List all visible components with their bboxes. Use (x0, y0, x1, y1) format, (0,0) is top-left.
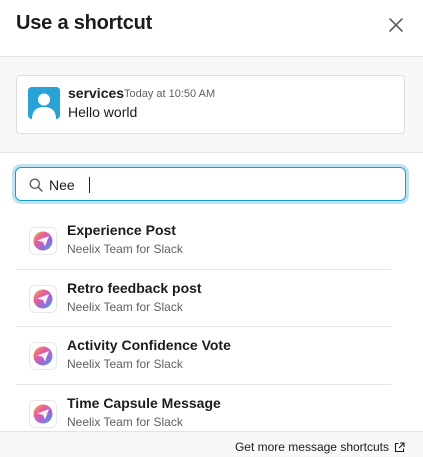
search-input[interactable] (49, 174, 389, 196)
avatar (28, 87, 60, 119)
dialog-header: Use a shortcut (0, 0, 423, 57)
message-preview: services Today at 10:50 AM Hello world (16, 75, 405, 134)
message-preview-area: services Today at 10:50 AM Hello world (0, 57, 423, 153)
shortcut-result-item[interactable]: Experience Post Neelix Team for Slack (16, 212, 391, 270)
message-text: Hello world (68, 104, 138, 120)
shortcut-name: Time Capsule Message (67, 394, 221, 411)
search-box[interactable] (15, 167, 406, 201)
shortcut-app-name: Neelix Team for Slack (67, 299, 183, 314)
shortcut-app-name: Neelix Team for Slack (67, 242, 183, 256)
neelix-app-icon (29, 284, 57, 313)
shortcut-name: Retro feedback post (67, 279, 202, 296)
get-more-shortcuts-link[interactable]: Get more message shortcuts (235, 440, 405, 454)
close-button[interactable] (382, 11, 410, 39)
neelix-app-icon (29, 342, 57, 371)
message-author: services (68, 85, 125, 101)
search-icon (29, 178, 43, 192)
shortcut-app-name: Neelix Team for Slack (67, 414, 183, 429)
dialog-footer: Get more message shortcuts (0, 431, 423, 457)
shortcut-name: Experience Post (67, 222, 176, 238)
dialog-title: Use a shortcut (16, 12, 153, 34)
neelix-app-icon (29, 227, 57, 255)
neelix-app-icon (29, 399, 57, 428)
user-avatar-icon (28, 87, 60, 119)
close-icon (389, 18, 403, 32)
shortcut-result-item[interactable]: Retro feedback post Neelix Team for Slac… (16, 270, 391, 328)
external-link-icon (394, 441, 405, 452)
shortcut-app-name: Neelix Team for Slack (67, 357, 183, 372)
get-more-shortcuts-label: Get more message shortcuts (234, 440, 389, 454)
shortcut-name: Activity Confidence Vote (67, 337, 231, 354)
text-caret (89, 177, 90, 193)
shortcut-results-list: Experience Post Neelix Team for Slack Re… (16, 212, 391, 442)
shortcut-result-item[interactable]: Activity Confidence Vote Neelix Team for… (16, 327, 391, 385)
message-timestamp: Today at 10:50 AM (124, 88, 216, 100)
